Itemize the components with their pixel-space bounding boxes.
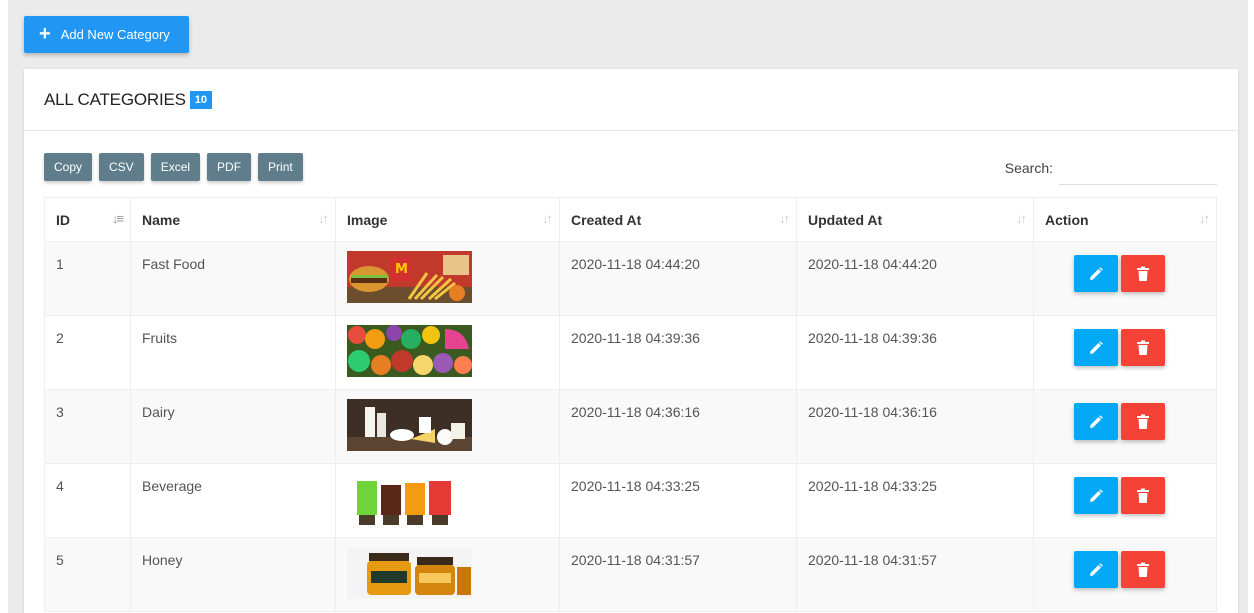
cell-updated-at: 2020-11-18 04:33:25	[796, 463, 1034, 538]
add-category-button[interactable]: + Add New Category	[24, 16, 189, 53]
pencil-icon	[1090, 266, 1103, 280]
cell-id: 4	[44, 463, 131, 538]
edit-button[interactable]	[1074, 403, 1118, 440]
card-title: ALL CATEGORIES	[44, 89, 186, 109]
cell-image	[335, 463, 560, 538]
edit-button[interactable]	[1074, 255, 1118, 292]
edit-button[interactable]	[1074, 551, 1118, 588]
export-toolbar: Copy CSV Excel PDF Print	[44, 153, 310, 181]
cell-image: M	[335, 241, 560, 316]
cell-id: 5	[44, 537, 131, 612]
sort-icon: ↓↑	[1016, 211, 1027, 226]
honey-thumbnail	[347, 547, 472, 599]
fast-food-thumbnail: M	[347, 251, 472, 303]
add-category-label: Add New Category	[60, 27, 170, 42]
cell-name: Fruits	[130, 315, 336, 390]
print-button[interactable]: Print	[258, 153, 303, 181]
cell-name: Beverage	[130, 463, 336, 538]
cell-action	[1033, 241, 1217, 316]
table-header-row: ID ↓≡ Name ↓↑ Image ↓↑ Created At ↓↑ Upd…	[44, 197, 1217, 242]
pencil-icon	[1090, 562, 1103, 576]
categories-card: ALL CATEGORIES 10 Copy CSV Excel PDF Pri…	[24, 69, 1238, 613]
cell-id: 2	[44, 315, 131, 390]
pencil-icon	[1090, 414, 1103, 428]
plus-icon: +	[39, 22, 51, 45]
edit-button[interactable]	[1074, 477, 1118, 514]
cell-updated-at: 2020-11-18 04:39:36	[796, 315, 1034, 390]
delete-button[interactable]	[1121, 255, 1165, 292]
trash-icon	[1137, 266, 1149, 281]
dairy-thumbnail	[347, 399, 472, 451]
delete-button[interactable]	[1121, 329, 1165, 366]
delete-button[interactable]	[1121, 403, 1165, 440]
cell-created-at: 2020-11-18 04:31:57	[559, 537, 797, 612]
cell-name: Dairy	[130, 389, 336, 464]
cell-created-at: 2020-11-18 04:44:20	[559, 241, 797, 316]
cell-name: Honey	[130, 537, 336, 612]
copy-button[interactable]: Copy	[44, 153, 93, 181]
column-header-updated-at[interactable]: Updated At ↓↑	[796, 197, 1034, 242]
cell-updated-at: 2020-11-18 04:31:57	[796, 537, 1034, 612]
svg-text:M: M	[395, 262, 408, 277]
count-badge: 10	[189, 90, 212, 109]
search-box: Search:	[1005, 151, 1217, 185]
delete-button[interactable]	[1121, 477, 1165, 514]
cell-name: Fast Food	[130, 241, 336, 316]
card-header: ALL CATEGORIES 10	[24, 69, 1238, 131]
sort-icon: ↓↑	[1199, 211, 1210, 226]
cell-image	[335, 315, 560, 390]
cell-image	[335, 389, 560, 464]
pdf-button[interactable]: PDF	[207, 153, 252, 181]
cell-action	[1033, 463, 1217, 538]
beverage-thumbnail	[347, 473, 472, 525]
edit-button[interactable]	[1074, 329, 1118, 366]
delete-button[interactable]	[1121, 551, 1165, 588]
trash-icon	[1137, 488, 1149, 503]
cell-id: 3	[44, 389, 131, 464]
search-label: Search:	[1004, 160, 1053, 176]
cell-action	[1033, 389, 1217, 464]
sort-ascending-icon: ↓≡	[111, 211, 124, 226]
pencil-icon	[1090, 488, 1103, 502]
pencil-icon	[1090, 340, 1103, 354]
table-row: 1 Fast Food M 2020-11-18 04:44:20 2020-1…	[44, 241, 1217, 316]
sort-icon: ↓↑	[318, 211, 329, 226]
sort-icon: ↓↑	[542, 211, 553, 226]
cell-id: 1	[44, 241, 131, 316]
cell-updated-at: 2020-11-18 04:36:16	[796, 389, 1034, 464]
categories-table: ID ↓≡ Name ↓↑ Image ↓↑ Created At ↓↑ Upd…	[44, 197, 1217, 612]
fruits-thumbnail	[347, 325, 472, 377]
sort-icon: ↓↑	[779, 211, 790, 226]
excel-button[interactable]: Excel	[150, 153, 201, 181]
column-header-name[interactable]: Name ↓↑	[130, 197, 336, 242]
table-row: 5 Honey 2020-11-18 04:31:57 2020-11-18 0…	[44, 537, 1217, 612]
csv-button[interactable]: CSV	[99, 153, 144, 181]
cell-image	[335, 537, 560, 612]
column-header-created-at[interactable]: Created At ↓↑	[559, 197, 797, 242]
cell-created-at: 2020-11-18 04:39:36	[559, 315, 797, 390]
trash-icon	[1137, 340, 1149, 355]
cell-created-at: 2020-11-18 04:33:25	[559, 463, 797, 538]
column-header-id[interactable]: ID ↓≡	[44, 197, 131, 242]
cell-action	[1033, 537, 1217, 612]
trash-icon	[1137, 562, 1149, 577]
table-row: 4 Beverage 2020-11-18 04:33:25 2020-11-1…	[44, 463, 1217, 538]
cell-action	[1033, 315, 1217, 390]
cell-updated-at: 2020-11-18 04:44:20	[796, 241, 1034, 316]
column-header-action[interactable]: Action ↓↑	[1033, 197, 1217, 242]
column-header-image[interactable]: Image ↓↑	[335, 197, 560, 242]
trash-icon	[1137, 414, 1149, 429]
table-row: 3 Dairy 2020-11-18 04:36:16 2020-11-18 0…	[44, 389, 1217, 464]
search-input[interactable]	[1059, 151, 1217, 185]
cell-created-at: 2020-11-18 04:36:16	[559, 389, 797, 464]
table-row: 2 Fruits 2020-11-18 04:39:36 2020-11-18 …	[44, 315, 1217, 390]
